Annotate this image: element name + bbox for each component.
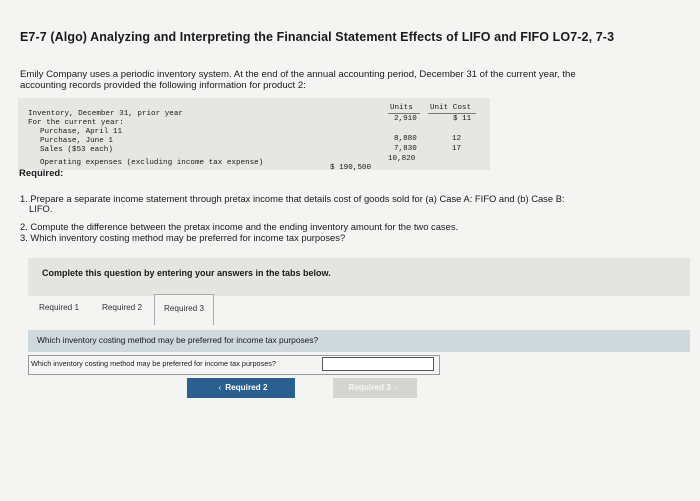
col-header-units: Units (390, 104, 413, 112)
header-underline (428, 113, 476, 114)
row-label-purchase-april: Purchase, April 11 (40, 128, 123, 136)
next-tab-button[interactable]: Required 3 › (333, 378, 417, 398)
row-label-sales: Sales ($53 each) (40, 146, 113, 154)
row-label-purchase-june: Purchase, June 1 (40, 137, 113, 145)
question-text: Which inventory costing method may be pr… (37, 335, 319, 345)
answer-input[interactable] (322, 357, 434, 371)
units-purchase-june: 7,830 (394, 145, 417, 153)
requirement-1: 1. Prepare a separate income statement t… (20, 193, 565, 204)
tab-required-3[interactable]: Required 3 (154, 294, 214, 325)
units-purchase-april: 8,880 (394, 135, 417, 143)
required-heading: Required: (19, 168, 64, 179)
header-underline (388, 113, 420, 114)
instruction-bar: Complete this question by entering your … (28, 258, 690, 296)
tab-required-1[interactable]: Required 1 (32, 294, 86, 322)
row-label-inventory: Inventory, December 31, prior year (28, 110, 183, 118)
answer-row: Which inventory costing method may be pr… (28, 355, 440, 375)
intro-line: accounting records provided the followin… (20, 80, 306, 91)
chevron-right-icon: › (394, 383, 398, 392)
prev-tab-button[interactable]: ‹ Required 2 (187, 378, 295, 398)
page: E7-7 (Algo) Analyzing and Interpreting t… (0, 0, 700, 501)
cost-purchase-june: 17 (452, 145, 462, 153)
row-label-current-year: For the current year: (28, 119, 124, 127)
row-label-operating-expenses: Operating expenses (excluding income tax… (40, 159, 264, 167)
page-title: E7-7 (Algo) Analyzing and Interpreting t… (20, 30, 615, 44)
problem-intro: Emily Company uses a periodic inventory … (20, 69, 630, 91)
instruction-text: Complete this question by entering your … (42, 268, 331, 278)
units-inventory: 2,910 (394, 115, 417, 123)
cost-purchase-april: 12 (452, 135, 462, 143)
col-header-unit-cost: Unit Cost (430, 104, 472, 112)
requirement-3: 3. Which inventory costing method may be… (20, 232, 346, 243)
question-bar: Which inventory costing method may be pr… (28, 330, 690, 352)
requirement-2: 2. Compute the difference between the pr… (20, 221, 459, 232)
chevron-left-icon: ‹ (218, 383, 222, 392)
tab-required-2[interactable]: Required 2 (94, 294, 150, 322)
units-sales: 10,820 (388, 155, 416, 163)
answer-label: Which inventory costing method may be pr… (31, 359, 276, 368)
intro-line: Emily Company uses a periodic inventory … (20, 69, 576, 80)
requirement-1-cont: LIFO. (29, 203, 53, 214)
next-button-label: Required 3 (348, 383, 391, 392)
inventory-data-table: Units Unit Cost Inventory, December 31, … (18, 98, 490, 172)
prev-button-label: Required 2 (225, 383, 268, 392)
cost-inventory: $ 11 (453, 115, 472, 123)
amount-operating-expenses: $ 190,500 (330, 164, 372, 172)
